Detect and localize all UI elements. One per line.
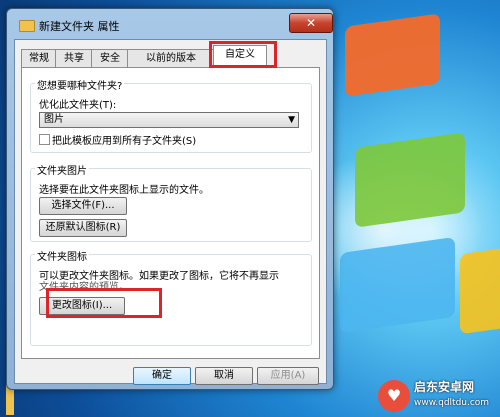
tab-security[interactable]: 安全 bbox=[91, 49, 129, 67]
dialog-client: 常规 共享 安全 以前的版本 自定义 您想要哪种文件夹? 优化此文件夹(T): … bbox=[14, 39, 327, 385]
windows-logo-red-pane bbox=[345, 13, 440, 97]
cancel-button[interactable]: 取消 bbox=[195, 367, 253, 385]
apply-button[interactable]: 应用(A) bbox=[257, 367, 319, 385]
watermark: ♥ 启东安卓网 www.qdltdu.com bbox=[378, 378, 496, 414]
choose-file-button[interactable]: 选择文件(F)... bbox=[39, 197, 127, 215]
apply-subfolders-checkbox[interactable] bbox=[39, 134, 50, 145]
tab-general[interactable]: 常规 bbox=[21, 49, 57, 67]
window-title: 新建文件夹 属性 bbox=[39, 20, 120, 33]
tab-previous-versions[interactable]: 以前的版本 bbox=[127, 49, 215, 67]
optimize-label: 优化此文件夹(T): bbox=[39, 100, 117, 111]
restore-default-button[interactable]: 还原默认图标(R) bbox=[39, 219, 127, 237]
windows-logo-green-pane bbox=[355, 132, 465, 228]
apply-subfolders-label: 把此模板应用到所有子文件夹(S) bbox=[52, 136, 197, 147]
close-icon: ✕ bbox=[305, 16, 317, 30]
properties-dialog: 新建文件夹 属性 ✕ 常规 共享 安全 以前的版本 自定义 您想要哪种文件夹? … bbox=[6, 8, 334, 390]
selected-option: 图片 bbox=[44, 114, 64, 125]
watermark-url: www.qdltdu.com bbox=[414, 398, 490, 408]
watermark-brand: 启东安卓网 bbox=[414, 380, 475, 394]
dropdown-arrow-icon: ▼ bbox=[288, 115, 295, 125]
folder-icon bbox=[19, 20, 35, 32]
group-title: 文件夹图标 bbox=[35, 248, 89, 263]
windows-logo-yellow-pane bbox=[460, 245, 500, 335]
folder-picture-group: 文件夹图片 选择要在此文件夹图标上显示的文件。 选择文件(F)... 还原默认图… bbox=[30, 162, 312, 242]
title-bar[interactable]: 新建文件夹 属性 ✕ bbox=[7, 9, 333, 39]
ok-button[interactable]: 确定 bbox=[133, 367, 191, 385]
windows-logo-blue-pane bbox=[340, 236, 455, 334]
folder-type-group: 您想要哪种文件夹? 优化此文件夹(T): 图片 ▼ 把此模板应用到所有子文件夹(… bbox=[30, 77, 312, 153]
folder-type-select[interactable]: 图片 ▼ bbox=[39, 112, 299, 128]
group-title: 文件夹图片 bbox=[35, 162, 89, 177]
change-icon-highlight-box bbox=[46, 288, 162, 318]
tab-sharing[interactable]: 共享 bbox=[55, 49, 93, 67]
tab-highlight-box bbox=[209, 41, 277, 68]
close-button[interactable]: ✕ bbox=[289, 13, 333, 33]
brand-logo-icon: ♥ bbox=[378, 380, 410, 412]
group-title: 您想要哪种文件夹? bbox=[35, 77, 125, 92]
folder-picture-description: 选择要在此文件夹图标上显示的文件。 bbox=[39, 185, 209, 196]
